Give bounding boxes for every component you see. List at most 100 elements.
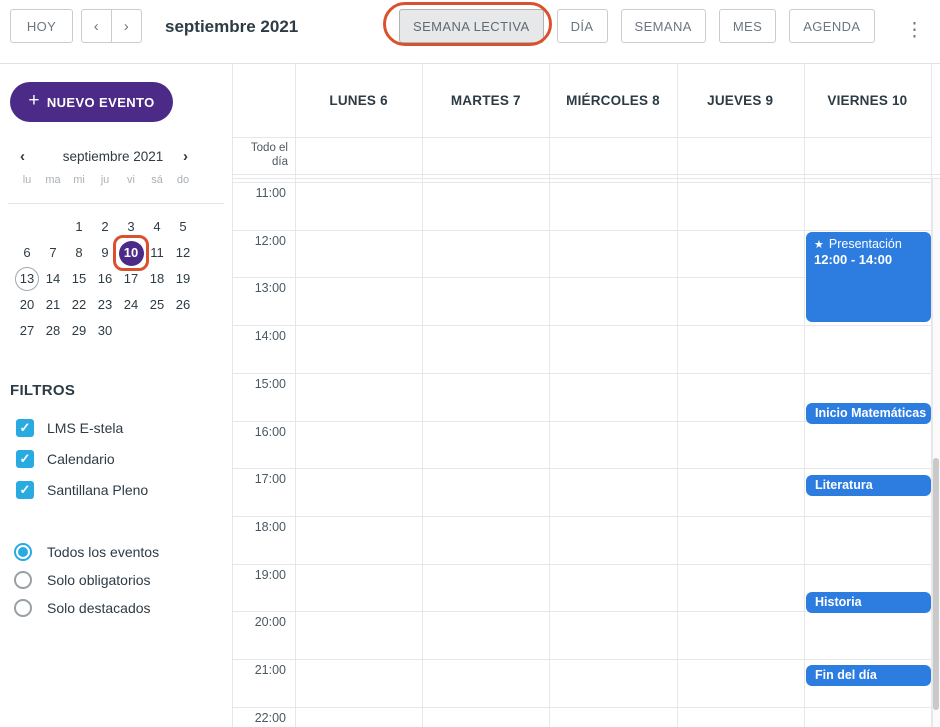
checkbox-icon[interactable]: ✓ (16, 481, 34, 499)
event-title: Presentación (829, 237, 902, 251)
time-label-11-00: 11:00 (232, 186, 286, 200)
mini-date-number: 10 (124, 245, 138, 260)
mini-date-number: 22 (72, 297, 86, 312)
mini-date-4[interactable]: 4 (144, 214, 170, 240)
mini-date-22[interactable]: 22 (66, 292, 92, 318)
filter-checkbox-calendario[interactable]: ✓Calendario (16, 443, 148, 474)
event-presentación[interactable]: ★Presentación12:00 - 14:00 (806, 232, 931, 322)
mini-date-number: 3 (127, 219, 134, 234)
mini-date-9[interactable]: 9 (92, 240, 118, 266)
view-button-agenda[interactable]: AGENDA (789, 9, 874, 43)
mini-date-27[interactable]: 27 (14, 318, 40, 344)
mini-date-8[interactable]: 8 (66, 240, 92, 266)
mini-date-6[interactable]: 6 (14, 240, 40, 266)
mini-date-number: 11 (150, 245, 164, 260)
mini-week-row: 13 14 15 16 171819 (14, 266, 196, 292)
mini-date-28[interactable]: 28 (40, 318, 66, 344)
mini-date-number: 26 (176, 297, 190, 312)
scrollbar-thumb[interactable] (933, 458, 939, 710)
hour-line (232, 373, 931, 374)
radio-icon[interactable] (14, 599, 32, 617)
mini-date-number: 14 (46, 271, 60, 286)
mini-date-2[interactable]: 2 (92, 214, 118, 240)
mini-weekday-label: ma (40, 174, 66, 186)
mini-weekday-label: lu (14, 174, 40, 186)
header-bottom-border (232, 137, 931, 138)
mini-date-18[interactable]: 18 (144, 266, 170, 292)
event-inicio-matemáticas[interactable]: Inicio Matemáticas (806, 403, 931, 424)
filter-checkbox-santillana-pleno[interactable]: ✓ Santillana Pleno (16, 474, 148, 505)
filter-radio-solo-obligatorios[interactable]: Solo obligatorios (14, 566, 159, 594)
new-event-button[interactable]: + NUEVO EVENTO (10, 82, 173, 122)
mini-date-21[interactable]: 21 (40, 292, 66, 318)
checkbox-icon[interactable]: ✓ (16, 450, 34, 468)
toolbar: HOY ‹ › septiembre 2021 SEMANA LECTIVADÍ… (0, 0, 940, 63)
mini-date-20[interactable]: 20 (14, 292, 40, 318)
mini-date-30[interactable]: 30 (92, 318, 118, 344)
mini-date-11[interactable]: 11 (144, 240, 170, 266)
gutter-right-border (295, 63, 296, 727)
event-literatura[interactable]: Literatura (806, 475, 931, 496)
filter-radio-solo-destacados[interactable]: Solo destacados (14, 594, 159, 622)
time-label-12-00: 12:00 (232, 234, 286, 248)
mini-date-16[interactable]: 16 (92, 266, 118, 292)
hour-line (232, 516, 931, 517)
event-historia[interactable]: Historia (806, 592, 931, 613)
radio-icon[interactable] (14, 571, 32, 589)
sidebar: + NUEVO EVENTO ‹ septiembre 2021 › lumam… (0, 64, 232, 727)
checkbox-label: Santillana Pleno (47, 482, 148, 498)
mini-date-number: 16 (98, 271, 112, 286)
mini-next-icon[interactable]: › (183, 148, 188, 166)
mini-date-29[interactable]: 29 (66, 318, 92, 344)
time-label-15-00: 15:00 (232, 377, 286, 391)
hour-line (232, 564, 931, 565)
mini-date-12[interactable]: 12 (170, 240, 196, 266)
mini-date-19[interactable]: 19 (170, 266, 196, 292)
mini-date-13[interactable]: 13 (14, 266, 40, 292)
mini-date-24[interactable]: 24 (118, 292, 144, 318)
calendar-app: HOY ‹ › septiembre 2021 SEMANA LECTIVADÍ… (0, 0, 940, 727)
next-arrow-icon[interactable]: › (111, 9, 142, 43)
mini-date-1[interactable]: 1 (66, 214, 92, 240)
filter-radio-todos-los-eventos[interactable]: Todos los eventos (14, 538, 159, 566)
mini-date-25[interactable]: 25 (144, 292, 170, 318)
mini-date-17[interactable]: 17 (118, 266, 144, 292)
mini-date-5[interactable]: 5 (170, 214, 196, 240)
mini-date-26[interactable]: 26 (170, 292, 196, 318)
mini-week-row: 6789 10 11 12 (14, 240, 196, 266)
checkbox-icon[interactable]: ✓ (16, 419, 34, 437)
column-border (549, 63, 550, 727)
mini-date-3[interactable]: 3 (118, 214, 144, 240)
day-header-viernes-10: VIERNES 10 (804, 63, 931, 137)
mini-date-14[interactable]: 14 (40, 266, 66, 292)
time-label-18-00: 18:00 (232, 520, 286, 534)
kebab-menu-icon[interactable]: ⋮ (905, 13, 923, 49)
today-button[interactable]: HOY (10, 9, 73, 43)
column-border (422, 63, 423, 727)
mini-date-empty (144, 318, 170, 344)
view-button-semana[interactable]: SEMANA (621, 9, 706, 43)
radio-icon[interactable] (14, 543, 32, 561)
view-button-semana-lectiva[interactable]: SEMANA LECTIVA (399, 9, 544, 43)
mini-date-number: 5 (179, 219, 186, 234)
mini-weekday-label: vi (118, 174, 144, 186)
mini-date-number: 1 (75, 219, 82, 234)
mini-date-number: 6 (23, 245, 30, 260)
view-button-mes[interactable]: MES (719, 9, 776, 43)
filter-checkbox-lms-e-stela[interactable]: ✓LMS E-stela (16, 412, 148, 443)
filter-radio-list: Todos los eventosSolo obligatoriosSolo d… (14, 538, 159, 622)
time-label-17-00: 17:00 (232, 472, 286, 486)
grid-left-border (232, 63, 233, 727)
hour-line (232, 468, 931, 469)
prev-arrow-icon[interactable]: ‹ (81, 9, 112, 43)
mini-week-row: 27282930 (14, 318, 196, 344)
mini-date-15[interactable]: 15 (66, 266, 92, 292)
mini-date-23[interactable]: 23 (92, 292, 118, 318)
event-fin-del-día[interactable]: Fin del día (806, 665, 931, 686)
mini-date-10[interactable]: 10 (118, 240, 144, 266)
mini-weekday-label: mi (66, 174, 92, 186)
view-button-día[interactable]: DÍA (557, 9, 608, 43)
day-header-miércoles-8: MIÉRCOLES 8 (549, 63, 676, 137)
time-label-20-00: 20:00 (232, 615, 286, 629)
mini-date-7[interactable]: 7 (40, 240, 66, 266)
